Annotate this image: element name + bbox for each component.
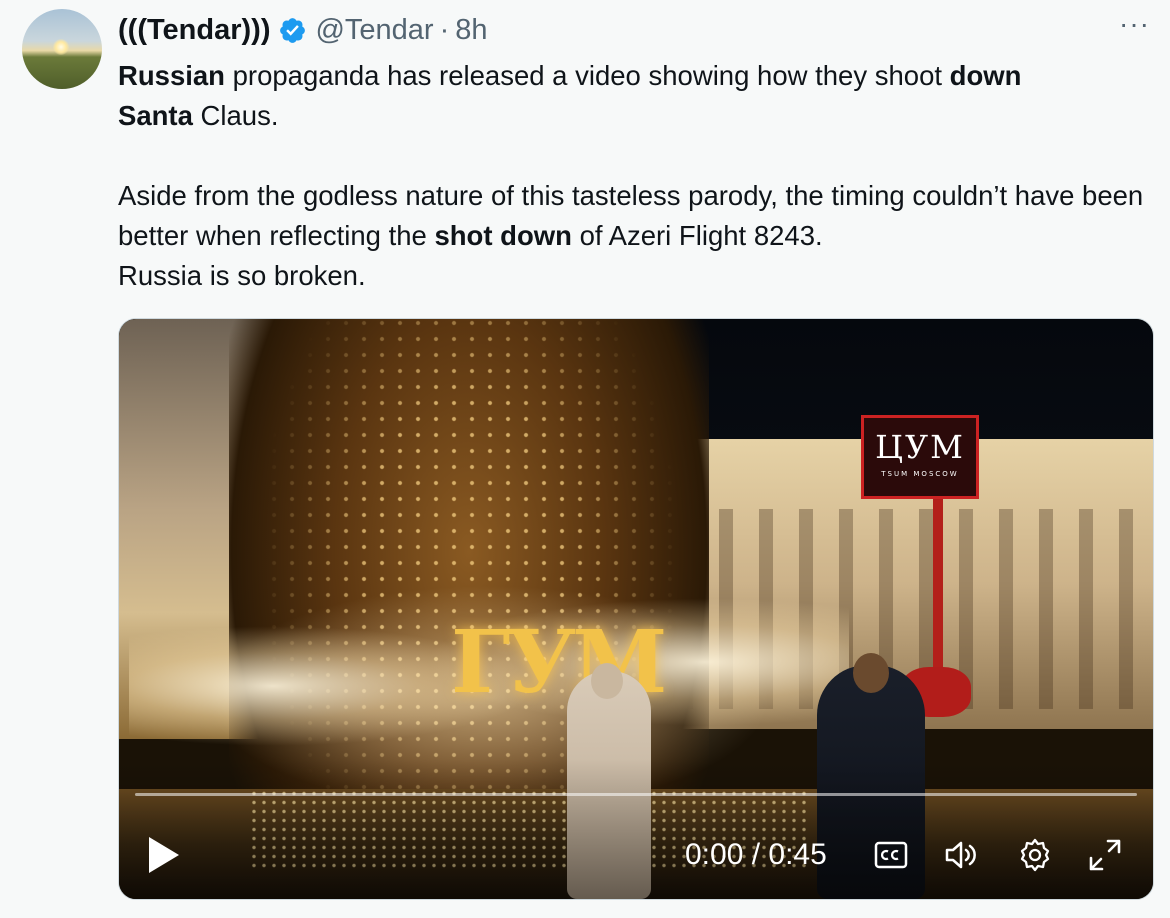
duration: 0:45	[768, 838, 827, 871]
pedestrian-head	[591, 663, 623, 699]
tweet-timestamp[interactable]: 8h	[455, 14, 487, 47]
time-readout: 0:00 / 0:45	[685, 835, 827, 875]
header-separator: ·	[439, 13, 450, 46]
progress-bar[interactable]	[135, 793, 1137, 796]
author-display-name[interactable]: (((Tendar)))	[118, 14, 270, 47]
time-separator: /	[743, 838, 769, 871]
tweet-text: Russian propaganda has released a video …	[118, 56, 1148, 296]
fullscreen-icon[interactable]	[1087, 837, 1123, 873]
tweet-text-bold-segment: Santa	[118, 100, 193, 131]
verified-badge-icon	[280, 17, 306, 43]
tsum-sign-subtext: TSUM MOSCOW	[881, 470, 959, 478]
tsum-sign-text: ЦУМ	[875, 428, 965, 466]
video-player[interactable]: ЦУМ TSUM MOSCOW ГУМ 0:00 / 0:45	[118, 318, 1154, 900]
tweet-text-bold-segment: Russian	[118, 60, 225, 91]
play-icon[interactable]	[147, 835, 181, 875]
tweet-text-bold-segment: down	[949, 60, 1022, 91]
gum-sign: ГУМ	[451, 612, 667, 713]
tweet-text-segment: propaganda has released a video showing …	[224, 60, 950, 91]
current-time: 0:00	[685, 838, 744, 871]
author-handle[interactable]: @Tendar	[315, 14, 433, 47]
gear-icon[interactable]	[1017, 837, 1053, 873]
sun-glow	[53, 39, 69, 55]
tweet-header: (((Tendar))) @Tendar · 8h	[118, 10, 488, 50]
volume-icon[interactable]	[943, 837, 979, 873]
more-options-icon[interactable]: ···	[1119, 10, 1150, 38]
author-avatar[interactable]	[22, 9, 102, 89]
video-controls	[119, 759, 1153, 899]
tsum-sign: ЦУМ TSUM MOSCOW	[861, 415, 979, 499]
closed-captions-icon[interactable]	[873, 837, 909, 873]
tweet-text-bold-segment: shot down	[434, 220, 572, 251]
pedestrian-head	[853, 653, 889, 693]
